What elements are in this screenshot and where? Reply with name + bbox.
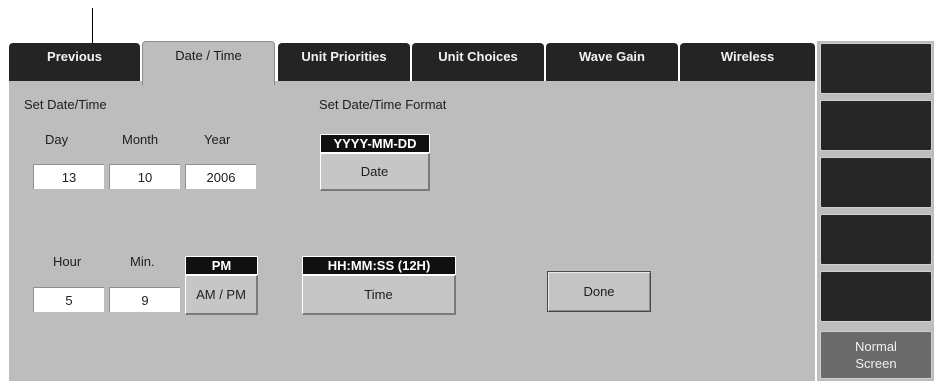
- date-time-panel: Set Date/Time Set Date/Time Format Day M…: [9, 81, 815, 381]
- tab-unit-choices[interactable]: Unit Choices: [412, 43, 544, 81]
- hour-field[interactable]: 5: [33, 287, 104, 312]
- hour-label: Hour: [53, 254, 82, 269]
- time-format-indicator: HH:MM:SS (12H): [302, 256, 456, 275]
- tab-wave-gain[interactable]: Wave Gain: [546, 43, 678, 81]
- done-button[interactable]: Done: [547, 271, 651, 312]
- year-field[interactable]: 2006: [185, 164, 256, 189]
- am-pm-value: PM: [211, 258, 232, 273]
- date-format-button-label: Date: [360, 164, 389, 179]
- month-field[interactable]: 10: [109, 164, 180, 189]
- date-format-button[interactable]: Date: [320, 153, 430, 191]
- normal-screen-button[interactable]: Normal Screen: [820, 331, 932, 379]
- month-value: 10: [137, 169, 153, 185]
- done-button-label: Done: [583, 284, 615, 299]
- tab-wave-gain-label: Wave Gain: [579, 49, 645, 64]
- tab-unit-priorities-label: Unit Priorities: [301, 49, 387, 64]
- time-format-button[interactable]: Time: [302, 275, 456, 315]
- tab-date-time-label: Date / Time: [175, 48, 242, 63]
- time-format-button-label: Time: [364, 287, 393, 302]
- softkey-2[interactable]: [820, 100, 932, 151]
- am-pm-button[interactable]: AM / PM: [185, 275, 258, 315]
- tab-unit-choices-label: Unit Choices: [438, 49, 518, 64]
- time-format-value: HH:MM:SS (12H): [327, 258, 431, 273]
- min-label: Min.: [130, 254, 155, 269]
- tab-previous[interactable]: Previous: [9, 43, 140, 81]
- am-pm-indicator: PM: [185, 256, 258, 275]
- min-field[interactable]: 9: [109, 287, 180, 312]
- softkey-3[interactable]: [820, 157, 932, 208]
- tab-previous-label: Previous: [47, 49, 102, 64]
- year-label: Year: [204, 132, 231, 147]
- min-value: 9: [141, 292, 149, 308]
- day-field[interactable]: 13: [33, 164, 104, 189]
- date-format-indicator: YYYY-MM-DD: [320, 134, 430, 153]
- callout-pointer-line: [92, 8, 93, 44]
- tab-wireless[interactable]: Wireless: [680, 43, 815, 81]
- normal-screen-label: Normal Screen: [855, 339, 897, 371]
- hour-value: 5: [65, 292, 73, 308]
- month-label: Month: [122, 132, 159, 147]
- softkey-1[interactable]: [820, 43, 932, 94]
- tab-date-time[interactable]: Date / Time: [142, 41, 275, 85]
- set-format-title: Set Date/Time Format: [319, 97, 447, 112]
- date-format-value: YYYY-MM-DD: [333, 136, 417, 151]
- softkey-4[interactable]: [820, 214, 932, 265]
- day-label: Day: [45, 132, 69, 147]
- year-value: 2006: [206, 169, 236, 185]
- day-value: 13: [61, 169, 77, 185]
- softkey-5[interactable]: [820, 271, 932, 322]
- tab-unit-priorities[interactable]: Unit Priorities: [278, 43, 410, 81]
- tab-wireless-label: Wireless: [720, 49, 775, 64]
- set-date-time-title: Set Date/Time: [24, 97, 107, 112]
- am-pm-button-label: AM / PM: [196, 287, 246, 302]
